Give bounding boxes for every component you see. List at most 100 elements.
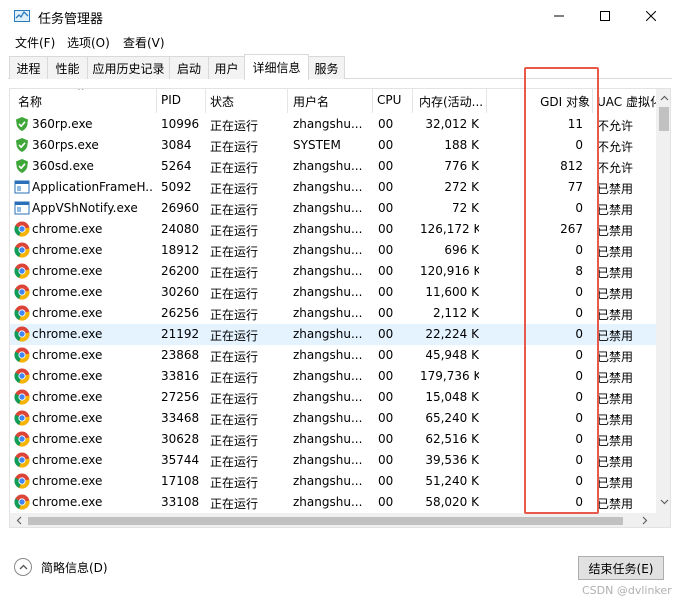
process-cpu: 00 [378,369,394,383]
process-status: 正在运行 [210,434,259,448]
process-row[interactable]: 360rps.exe 3084 正在运行 SYSTEM 00 188 K 0 不允许 [10,135,656,156]
process-pid: 3084 [161,138,192,152]
process-uac-virtualization: 已禁用 [597,203,634,217]
process-pid: 27256 [161,390,200,404]
tab-processes[interactable]: 进程 [9,56,48,79]
process-cpu: 00 [378,411,394,425]
process-row[interactable]: chrome.exe 30628 正在运行 zhangshu... 00 62,516 K… [10,429,656,450]
process-memory: 120,916 K [420,264,479,278]
end-task-button[interactable]: 结束任务(E) [578,556,664,580]
process-row[interactable]: chrome.exe 27256 正在运行 zhangshu... 00 15,048 K… [10,387,656,408]
process-status: 正在运行 [210,329,259,343]
horizontal-scrollbar[interactable] [10,513,656,527]
column-divider[interactable] [412,89,413,113]
process-name: chrome.exe [32,432,103,446]
column-divider[interactable] [287,89,288,113]
column-divider[interactable] [486,89,487,113]
column-divider[interactable] [592,89,593,113]
scroll-down-arrow-icon[interactable] [656,495,670,509]
process-pid: 5092 [161,180,192,194]
process-row[interactable]: 360rp.exe 10996 正在运行 zhangshu... 00 32,012 K 1… [10,114,656,135]
process-username: zhangshu... [293,285,363,299]
tab-app-history[interactable]: 应用历史记录 [87,56,170,79]
column-divider[interactable] [205,89,206,113]
chrome-icon [14,494,30,510]
scroll-up-arrow-icon[interactable] [656,91,670,105]
process-cpu: 00 [378,285,394,299]
process-row[interactable]: chrome.exe 26200 正在运行 zhangshu... 00 120,916 … [10,261,656,282]
process-row[interactable]: chrome.exe 30260 正在运行 zhangshu... 00 11,600 K… [10,282,656,303]
column-header-username[interactable]: 用户名 [293,93,371,110]
process-row[interactable]: chrome.exe 33816 正在运行 zhangshu... 00 179,736 … [10,366,656,387]
process-row[interactable]: chrome.exe 23868 正在运行 zhangshu... 00 45,948 K… [10,345,656,366]
maximize-button[interactable] [582,0,628,32]
fewer-details-button[interactable]: 简略信息(D) [14,557,108,577]
process-row[interactable]: 360sd.exe 5264 正在运行 zhangshu... 00 776 K 812 不允… [10,156,656,177]
process-name: chrome.exe [32,369,103,383]
process-memory: 179,736 K [420,369,479,383]
process-pid: 23868 [161,348,200,362]
process-cpu: 00 [378,348,394,362]
process-rows: 360rp.exe 10996 正在运行 zhangshu... 00 32,012 K1… [10,114,656,527]
process-memory: 2,112 K [432,306,479,320]
process-pid: 5264 [161,159,192,173]
close-button[interactable] [628,0,674,32]
tab-performance[interactable]: 性能 [47,56,88,79]
process-status: 正在运行 [210,245,259,259]
process-uac-virtualization: 已禁用 [597,182,634,196]
menu-file[interactable]: 文件(F) [15,34,55,51]
process-uac-virtualization: 已禁用 [597,245,634,259]
column-header-status[interactable]: 状态 [210,93,286,110]
process-memory: 696 K [444,243,479,257]
process-cpu: 00 [378,138,394,152]
process-row[interactable]: AppVShNotify.exe 26960 正在运行 zhangshu... 00 72… [10,198,656,219]
fewer-details-label: 简略信息(D) [41,560,108,575]
process-row[interactable]: chrome.exe 21192 正在运行 zhangshu... 00 22,224 K… [10,324,656,345]
process-username: zhangshu... [293,159,363,173]
column-header-uac-virtualization[interactable]: UAC 虚拟化 [597,93,656,110]
process-status: 正在运行 [210,119,259,133]
process-gdi-objects: 8 [575,264,583,278]
column-header-gdi-objects[interactable]: GDI 对象 [534,93,590,110]
process-username: zhangshu... [293,432,363,446]
process-row[interactable]: chrome.exe 33468 正在运行 zhangshu... 00 65,240 K… [10,408,656,429]
app-window-icon [14,179,30,195]
tab-services[interactable]: 服务 [308,56,345,79]
scroll-left-arrow-icon[interactable] [12,513,26,527]
column-header-name[interactable]: 名称 [18,93,158,110]
tab-users[interactable]: 用户 [208,56,245,79]
column-header-pid[interactable]: PID [161,93,206,107]
tab-details[interactable]: 详细信息 [244,54,309,80]
column-header-cpu[interactable]: CPU [377,93,411,107]
process-row[interactable]: chrome.exe 33108 正在运行 zhangshu... 00 58,020 K… [10,492,656,513]
process-memory: 39,536 K [425,453,479,467]
process-status: 正在运行 [210,287,259,301]
column-divider[interactable] [156,89,157,113]
tab-startup[interactable]: 启动 [169,56,209,79]
process-uac-virtualization: 已禁用 [597,329,634,343]
process-username: zhangshu... [293,348,363,362]
menu-view[interactable]: 查看(V) [123,34,165,51]
horizontal-scrollbar-thumb[interactable] [28,517,623,525]
column-divider[interactable] [372,89,373,113]
column-header-memory[interactable]: 内存(活动... [419,93,485,110]
process-pid: 33468 [161,411,200,425]
process-memory: 45,948 K [425,348,479,362]
process-row[interactable]: chrome.exe 26256 正在运行 zhangshu... 00 2,112 K 0… [10,303,656,324]
process-uac-virtualization: 已禁用 [597,287,634,301]
process-uac-virtualization: 不允许 [597,119,634,133]
vertical-scrollbar[interactable] [656,89,670,513]
process-row[interactable]: ApplicationFrameH... 5092 正在运行 zhangshu... 0… [10,177,656,198]
footer-bar: 简略信息(D) 结束任务(E) CSDN @dvlinker [0,540,680,600]
process-row[interactable]: chrome.exe 18912 正在运行 zhangshu... 00 696 K 0 已禁… [10,240,656,261]
process-row[interactable]: chrome.exe 24080 正在运行 zhangshu... 00 126,172 … [10,219,656,240]
process-row[interactable]: chrome.exe 35744 正在运行 zhangshu... 00 39,536 K… [10,450,656,471]
maximize-icon [600,11,610,21]
vertical-scrollbar-thumb[interactable] [659,107,669,131]
menu-options[interactable]: 选项(O) [67,34,110,51]
scroll-right-arrow-icon[interactable] [638,513,652,527]
process-status: 正在运行 [210,182,259,196]
minimize-button[interactable] [536,0,582,32]
chrome-icon [14,221,30,237]
process-row[interactable]: chrome.exe 17108 正在运行 zhangshu... 00 51,240 K… [10,471,656,492]
